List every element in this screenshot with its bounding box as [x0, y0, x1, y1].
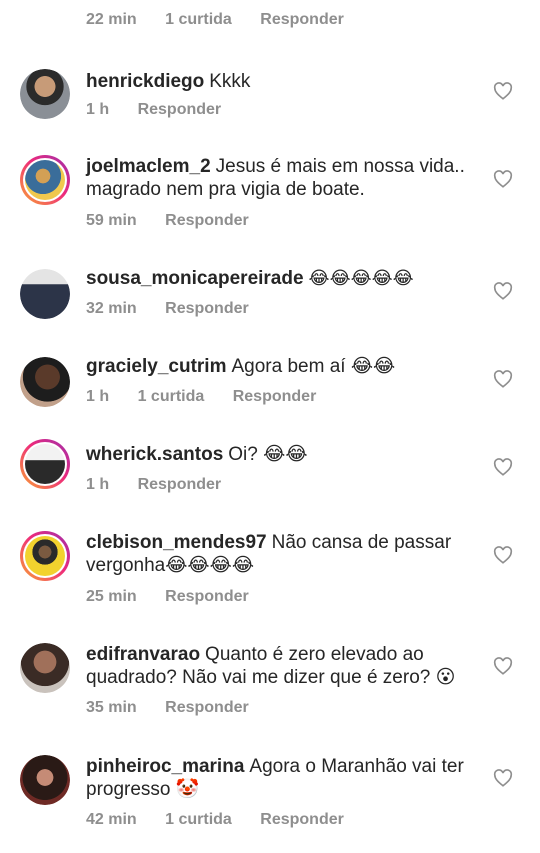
avatar[interactable] — [20, 439, 70, 489]
avatar[interactable] — [20, 531, 70, 581]
heart-outline-icon[interactable] — [493, 282, 513, 300]
comment-time: 1 h — [86, 101, 110, 118]
reply-button[interactable]: Responder — [260, 811, 344, 828]
heart-outline-icon[interactable] — [493, 170, 513, 188]
comment-meta: 1 h Responder — [86, 476, 245, 494]
comment-text: joelmaclem_2 Jesus é mais em nossa vida..… — [86, 155, 466, 201]
comment-username[interactable]: sousa_monicapereirade — [86, 268, 304, 289]
reply-button[interactable]: Responder — [260, 11, 344, 28]
comment-text: graciely_cutrim Agora bem aí 😂😂 — [86, 355, 486, 378]
heart-outline-icon[interactable] — [493, 370, 513, 388]
reply-button[interactable]: Responder — [165, 300, 249, 317]
comment-likes[interactable]: 1 curtida — [165, 811, 232, 828]
comment-username[interactable]: edifranvarao — [86, 644, 200, 665]
comment-username[interactable]: joelmaclem_2 — [86, 156, 211, 177]
previous-comment-meta: 22 min 1 curtida Responder — [86, 11, 368, 29]
reply-button[interactable]: Responder — [165, 212, 249, 229]
comment-meta: 32 min Responder — [86, 300, 273, 318]
avatar[interactable] — [20, 643, 70, 693]
comment-text: clebison_mendes97 Não cansa de passar ver… — [86, 531, 481, 577]
comment-text: sousa_monicapereirade 😂😂😂😂😂 — [86, 267, 486, 290]
comment-time: 25 min — [86, 588, 137, 605]
comment-meta: 42 min 1 curtida Responder — [86, 811, 368, 829]
heart-outline-icon[interactable] — [493, 769, 513, 787]
avatar[interactable] — [20, 69, 70, 119]
comment-username[interactable]: graciely_cutrim — [86, 356, 226, 377]
comment-time: 42 min — [86, 811, 137, 828]
comment-likes[interactable]: 1 curtida — [138, 388, 205, 405]
reply-button[interactable]: Responder — [233, 388, 317, 405]
comment-body: 😂😂😂😂😂 — [308, 268, 414, 289]
comment-meta: 1 h Responder — [86, 101, 245, 119]
avatar[interactable] — [20, 755, 70, 805]
heart-outline-icon[interactable] — [493, 657, 513, 675]
comment-text: edifranvarao Quanto é zero elevado ao qua… — [86, 643, 481, 689]
comment-time: 35 min — [86, 699, 137, 716]
comment-username[interactable]: henrickdiego — [86, 71, 204, 92]
comment-meta: 35 min Responder — [86, 699, 273, 717]
comment-body: Oi? 😂😂 — [228, 444, 308, 465]
comment-username[interactable]: wherick.santos — [86, 444, 223, 465]
avatar[interactable] — [20, 357, 70, 407]
comment-meta: 1 h 1 curtida Responder — [86, 388, 340, 406]
heart-outline-icon[interactable] — [493, 458, 513, 476]
comment-likes[interactable]: 1 curtida — [165, 11, 232, 28]
comment-time: 1 h — [86, 388, 110, 405]
comment-time: 59 min — [86, 212, 137, 229]
comment-text: pinheiroc_marina Agora o Maranhão vai ter… — [86, 755, 486, 801]
comment-username[interactable]: clebison_mendes97 — [86, 532, 267, 553]
reply-button[interactable]: Responder — [165, 699, 249, 716]
reply-button[interactable]: Responder — [138, 476, 222, 493]
comment-username[interactable]: pinheiroc_marina — [86, 756, 244, 777]
comment-meta: 59 min Responder — [86, 212, 273, 230]
comment-meta: 25 min Responder — [86, 588, 273, 606]
comment-text: henrickdiego Kkkk — [86, 70, 486, 93]
comment-body: Kkkk — [209, 71, 251, 92]
comment-time: 32 min — [86, 300, 137, 317]
reply-button[interactable]: Responder — [165, 588, 249, 605]
comment-body: Agora bem aí 😂😂 — [231, 356, 396, 377]
reply-button[interactable]: Responder — [138, 101, 222, 118]
comment-time: 1 h — [86, 476, 110, 493]
avatar[interactable] — [20, 269, 70, 319]
comment-time: 22 min — [86, 11, 137, 28]
avatar[interactable] — [20, 155, 70, 205]
heart-outline-icon[interactable] — [493, 82, 513, 100]
heart-outline-icon[interactable] — [493, 546, 513, 564]
comment-text: wherick.santos Oi? 😂😂 — [86, 443, 486, 466]
